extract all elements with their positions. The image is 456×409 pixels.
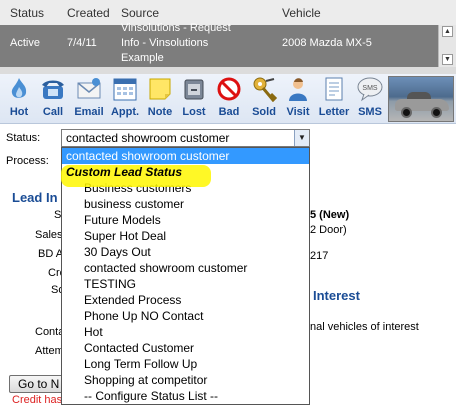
lost-button[interactable]: Lost [179, 76, 209, 122]
field-label: Sales [35, 229, 63, 241]
row-vehicle: 2008 Mazda MX-5 [282, 37, 372, 49]
grid-scrollbar[interactable]: ▲ ▼ [438, 25, 456, 67]
bad-label: Bad [218, 106, 240, 118]
calendar-icon [112, 76, 138, 102]
call-label: Call [42, 106, 64, 118]
car-wheel [401, 107, 412, 118]
row-created: 7/4/11 [67, 37, 97, 49]
dropdown-option[interactable]: TESTING [62, 276, 309, 292]
dropdown-option-configure[interactable]: -- Configure Status List -- [62, 388, 309, 404]
vehicle-status-fragment: 5 (New) [310, 209, 350, 221]
dropdown-option[interactable]: Extended Process [62, 292, 309, 308]
visit-button[interactable]: Visit [283, 76, 313, 122]
dropdown-option[interactable]: business customer [62, 196, 309, 212]
table-row[interactable]: Active 7/4/11 Vinsolutions - Request Inf… [0, 22, 438, 67]
lead-info-heading: Lead In [12, 190, 58, 205]
dropdown-option[interactable]: Hot [62, 324, 309, 340]
visit-label: Visit [286, 106, 310, 118]
dropdown-option[interactable]: contacted showroom customer [62, 260, 309, 276]
sms-bubble-icon: SMS [357, 76, 383, 102]
person-icon [285, 76, 311, 102]
letter-button[interactable]: Letter [316, 76, 352, 122]
row-source-line: Vinsolutions - Request [121, 22, 231, 34]
go-to-button[interactable]: Go to N [9, 375, 67, 393]
phone-icon [40, 76, 66, 102]
col-vehicle-header[interactable]: Vehicle [282, 6, 321, 20]
car-wheel [431, 107, 442, 118]
note-label: Note [147, 106, 173, 118]
sms-button[interactable]: SMS SMS [354, 76, 386, 122]
sms-bubble-text: SMS [362, 85, 378, 92]
dropdown-option[interactable]: Contacted Customer [62, 340, 309, 356]
process-label: Process: [6, 155, 49, 167]
scroll-down-icon[interactable]: ▼ [442, 54, 453, 65]
grid-footer [0, 67, 456, 74]
vehicle-thumbnail[interactable] [388, 76, 454, 122]
email-button[interactable]: Email [72, 76, 106, 122]
scroll-up-icon[interactable]: ▲ [442, 26, 453, 37]
keys-icon [251, 76, 278, 103]
row-source-line: Example [121, 52, 164, 64]
letter-icon [321, 76, 347, 102]
field-label: BD A [38, 248, 64, 260]
call-button[interactable]: Call [38, 76, 68, 122]
col-source-header[interactable]: Source [121, 6, 159, 20]
row-status: Active [10, 37, 40, 49]
email-label: Email [74, 106, 104, 118]
credit-warning: Credit has [12, 394, 63, 406]
interest-text: nal vehicles of interest [310, 321, 419, 333]
col-status-header[interactable]: Status [10, 6, 44, 20]
status-select-value: contacted showroom customer [66, 131, 230, 145]
status-label: Status: [6, 132, 41, 144]
status-select[interactable]: contacted showroom customer ▼ [61, 129, 310, 147]
col-created-header[interactable]: Created [67, 6, 110, 20]
dropdown-option[interactable]: Phone Up NO Contact [62, 308, 309, 324]
vehicle-body-fragment: 2 Door) [310, 224, 347, 236]
sold-label: Sold [252, 106, 276, 118]
appointment-label: Appt. [110, 106, 140, 118]
dropdown-option[interactable]: Super Hot Deal [62, 228, 309, 244]
bad-button[interactable]: Bad [214, 76, 244, 122]
sms-label: SMS [358, 106, 382, 118]
appointment-button[interactable]: Appt. [107, 76, 143, 122]
group-label-text: Custom Lead Status [66, 165, 183, 179]
interest-heading: Interest [313, 288, 360, 303]
envelope-icon [76, 76, 102, 102]
dropdown-option-selected[interactable]: contacted showroom customer [62, 148, 309, 164]
no-sign-icon [216, 76, 242, 102]
chevron-down-icon[interactable]: ▼ [294, 130, 309, 146]
sold-button[interactable]: Sold [249, 76, 279, 122]
note-button[interactable]: Note [145, 76, 175, 122]
dropdown-option[interactable]: Long Term Follow Up [62, 356, 309, 372]
vehicle-field-fragment: 217 [310, 250, 329, 262]
dropdown-option[interactable]: Shopping at competitor [62, 372, 309, 388]
status-dropdown-list: contacted showroom customer Custom Lead … [61, 147, 310, 405]
dropdown-option[interactable]: 30 Days Out [62, 244, 309, 260]
row-source-line: Info - Vinsolutions [121, 37, 209, 49]
hot-button[interactable]: Hot [4, 76, 34, 122]
hot-label: Hot [9, 106, 29, 118]
field-label: Attem [35, 345, 64, 357]
dropdown-option[interactable]: Future Models [62, 212, 309, 228]
lost-label: Lost [182, 106, 206, 118]
letter-label: Letter [318, 106, 350, 118]
sticky-note-icon [147, 76, 173, 102]
trash-icon [181, 76, 207, 102]
field-label: Conta [35, 326, 65, 338]
flame-icon [6, 76, 32, 102]
lead-grid: Status Created Source Vehicle Active 7/4… [0, 0, 456, 74]
